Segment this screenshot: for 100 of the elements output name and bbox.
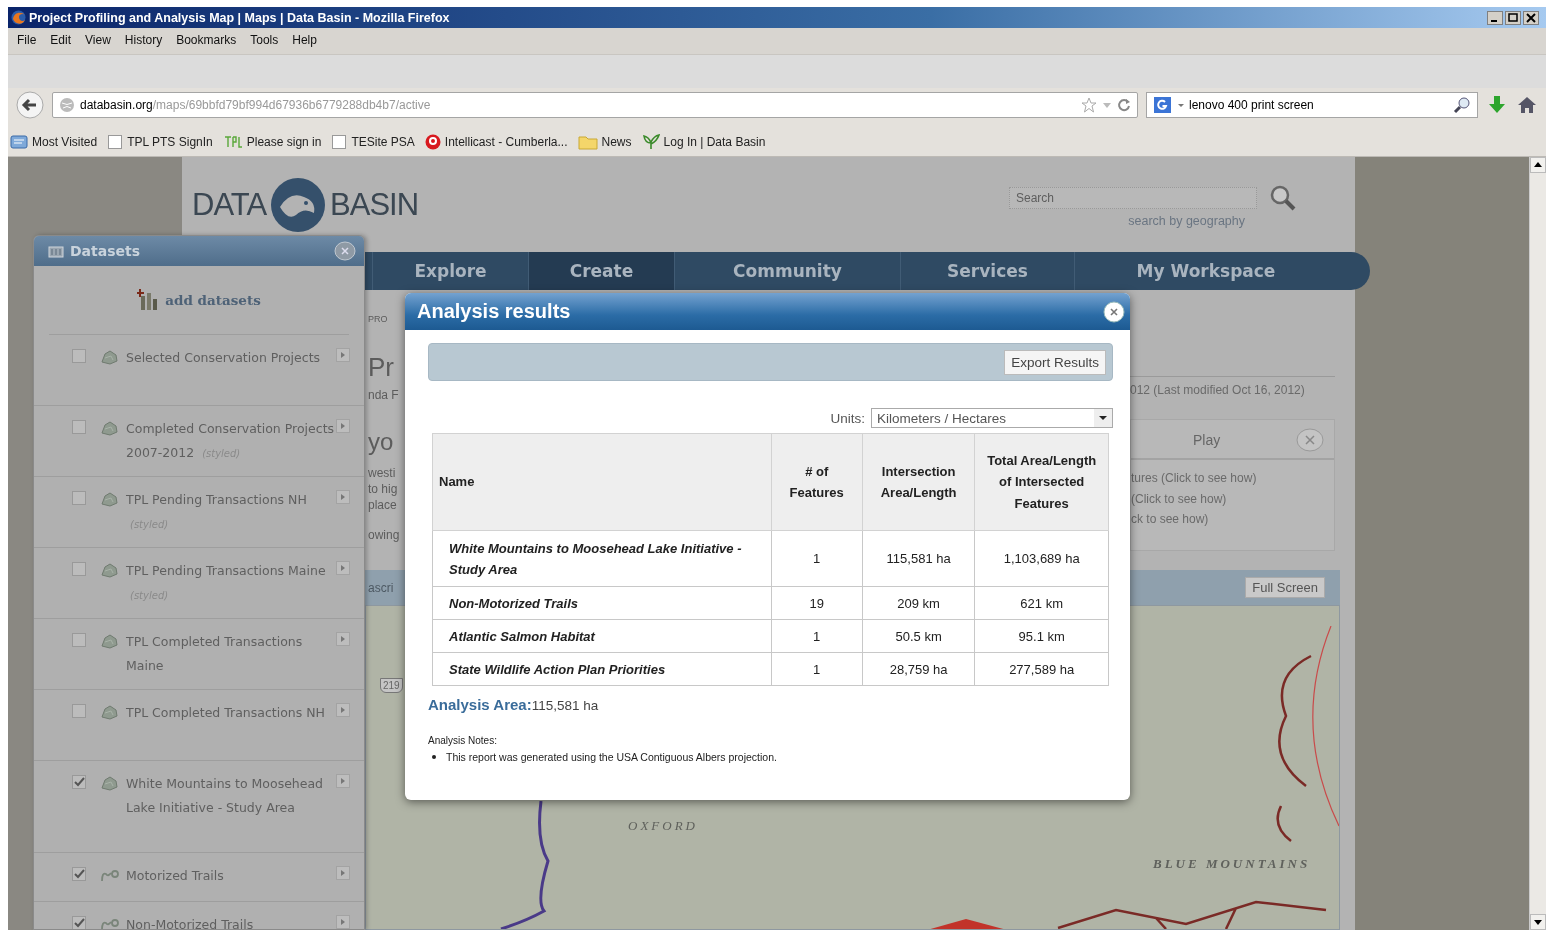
search-icon[interactable] — [1269, 184, 1297, 212]
text-fragment: PRO — [368, 313, 389, 326]
arrow-icon — [340, 777, 346, 785]
menu-item[interactable]: View — [80, 33, 116, 47]
menu-item[interactable]: File — [12, 33, 42, 47]
bookmark-link[interactable]: TESite PSA — [351, 134, 415, 149]
arrow-icon — [340, 493, 346, 501]
maximize-icon[interactable] — [1505, 10, 1521, 25]
scroll-up-icon[interactable] — [1530, 157, 1546, 173]
expand-button[interactable] — [336, 419, 350, 433]
arrow-icon — [340, 635, 346, 643]
checkbox[interactable] — [72, 562, 86, 576]
table-cell: 115,581 ha — [862, 530, 975, 587]
search-icon[interactable] — [1453, 96, 1471, 114]
logo-text: DATA — [192, 187, 267, 223]
reload-icon[interactable] — [1117, 97, 1131, 113]
table-cell: 19 — [771, 586, 863, 620]
units-dropdown[interactable]: Kilometers / Hectares — [871, 408, 1113, 428]
table-cell: 277,589 ha — [974, 652, 1109, 686]
plant-icon — [641, 133, 660, 150]
checkbox[interactable] — [72, 867, 86, 881]
export-results-button[interactable]: Export Results — [1004, 349, 1106, 375]
polygon-layer-icon — [99, 774, 119, 792]
full-screen-button[interactable]: Full Screen — [1245, 577, 1325, 598]
nav-tab[interactable]: My Workspace — [1074, 252, 1337, 290]
dialog-title: Analysis results — [417, 300, 571, 323]
bookmark-link[interactable]: Intellicast - Cumberla... — [444, 134, 568, 149]
search-field[interactable]: lenovo 400 print screen — [1146, 92, 1478, 118]
bookmark-link[interactable]: News — [601, 134, 632, 149]
minimize-icon[interactable] — [1487, 10, 1503, 25]
bookmark-link[interactable]: Most Visited — [32, 134, 98, 149]
bookmark-link[interactable]: TPL PTS SignIn — [127, 134, 213, 149]
expand-button[interactable] — [336, 348, 350, 362]
close-icon[interactable] — [1103, 300, 1125, 323]
menu-item[interactable]: Bookmarks — [171, 33, 242, 47]
menu-item[interactable]: Edit — [45, 33, 77, 47]
menu-item[interactable]: Tools — [245, 33, 284, 47]
nav-tab[interactable]: Create — [528, 252, 674, 290]
checkbox[interactable] — [72, 704, 86, 718]
table-cell: 1,103,689 ha — [974, 530, 1109, 587]
home-icon[interactable] — [1516, 94, 1538, 116]
arrow-icon — [340, 869, 346, 877]
polygon-layer-icon — [99, 348, 119, 366]
table-cell: Non-Motorized Trails — [432, 586, 771, 620]
back-icon[interactable] — [16, 91, 44, 119]
polygon-layer-icon — [99, 490, 119, 508]
units-label: Units: — [830, 410, 865, 426]
analysis-area-label: Analysis Area: — [428, 696, 532, 713]
nav-tab[interactable]: Community — [674, 252, 900, 290]
polygon-layer-icon — [99, 419, 119, 437]
dataset-name: TPL Completed Transactions NH — [126, 704, 326, 722]
panel-title: Datasets — [70, 243, 142, 259]
expand-button[interactable] — [336, 866, 350, 880]
star-icon[interactable] — [1081, 97, 1097, 113]
folder-icon — [577, 133, 598, 150]
dataset-name: Motorized Trails — [126, 867, 225, 885]
bookmarks-list-icon — [10, 133, 28, 150]
expand-button[interactable] — [336, 703, 350, 717]
window-title: Project Profiling and Analysis Map | Maps | Data Basin - Mozilla Firefox — [29, 10, 451, 25]
dataset-name: White Mountains to Moosehead Lake Initiative - Study Area — [126, 775, 325, 817]
bookmark-link[interactable]: Please sign in — [246, 134, 322, 149]
table-cell: State Wildlife Action Plan Priorities — [432, 652, 771, 686]
close-icon[interactable] — [1523, 10, 1539, 25]
text-fragment: westi — [368, 466, 397, 480]
checkbox[interactable] — [72, 491, 86, 505]
checkbox[interactable] — [72, 633, 86, 647]
checkbox[interactable] — [72, 775, 86, 789]
expand-button[interactable] — [336, 490, 350, 504]
dataset-name: Non-Motorized Trails — [126, 916, 255, 929]
checkbox[interactable] — [72, 420, 86, 434]
column-header: Name — [432, 433, 771, 531]
text-fragment: yo — [368, 430, 395, 454]
text-fragment: to hig — [368, 482, 399, 496]
text-fragment: place — [368, 498, 398, 512]
expand-button[interactable] — [336, 632, 350, 646]
table-cell: 95.1 km — [974, 619, 1109, 653]
table-cell: 1 — [771, 530, 863, 587]
menu-item[interactable]: Help — [287, 33, 322, 47]
checkbox[interactable] — [72, 349, 86, 363]
logo-text: BASIN — [330, 187, 419, 223]
menu-item[interactable]: History — [119, 33, 168, 47]
dataset-icon — [48, 244, 64, 258]
text-fragment: owing — [368, 528, 401, 542]
address-field[interactable]: databasin.org/maps/69bbfd79bf994d67936b6779288db4b7/active — [52, 92, 1138, 118]
checkbox[interactable] — [72, 916, 86, 929]
notes-title: Analysis Notes: — [428, 735, 498, 746]
scroll-down-icon[interactable] — [1530, 914, 1546, 930]
column-header: Intersection Area/Length — [862, 433, 975, 531]
search-value: lenovo 400 print screen — [1189, 98, 1315, 112]
expand-button[interactable] — [336, 561, 350, 575]
url-path: /maps/69bbfd79bf994d67936b6779288db4b7/active — [152, 98, 431, 112]
arrow-icon — [340, 918, 346, 926]
expand-button[interactable] — [336, 774, 350, 788]
polygon-layer-icon — [99, 632, 119, 650]
map-label: BLUE MOUNTAINS — [1153, 856, 1311, 872]
table-cell: 50.5 km — [862, 619, 975, 653]
logo-icon — [222, 133, 243, 150]
expand-button[interactable] — [336, 915, 350, 929]
bookmark-link[interactable]: Log In | Data Basin — [663, 134, 766, 149]
nav-tab[interactable]: Services — [900, 252, 1074, 290]
